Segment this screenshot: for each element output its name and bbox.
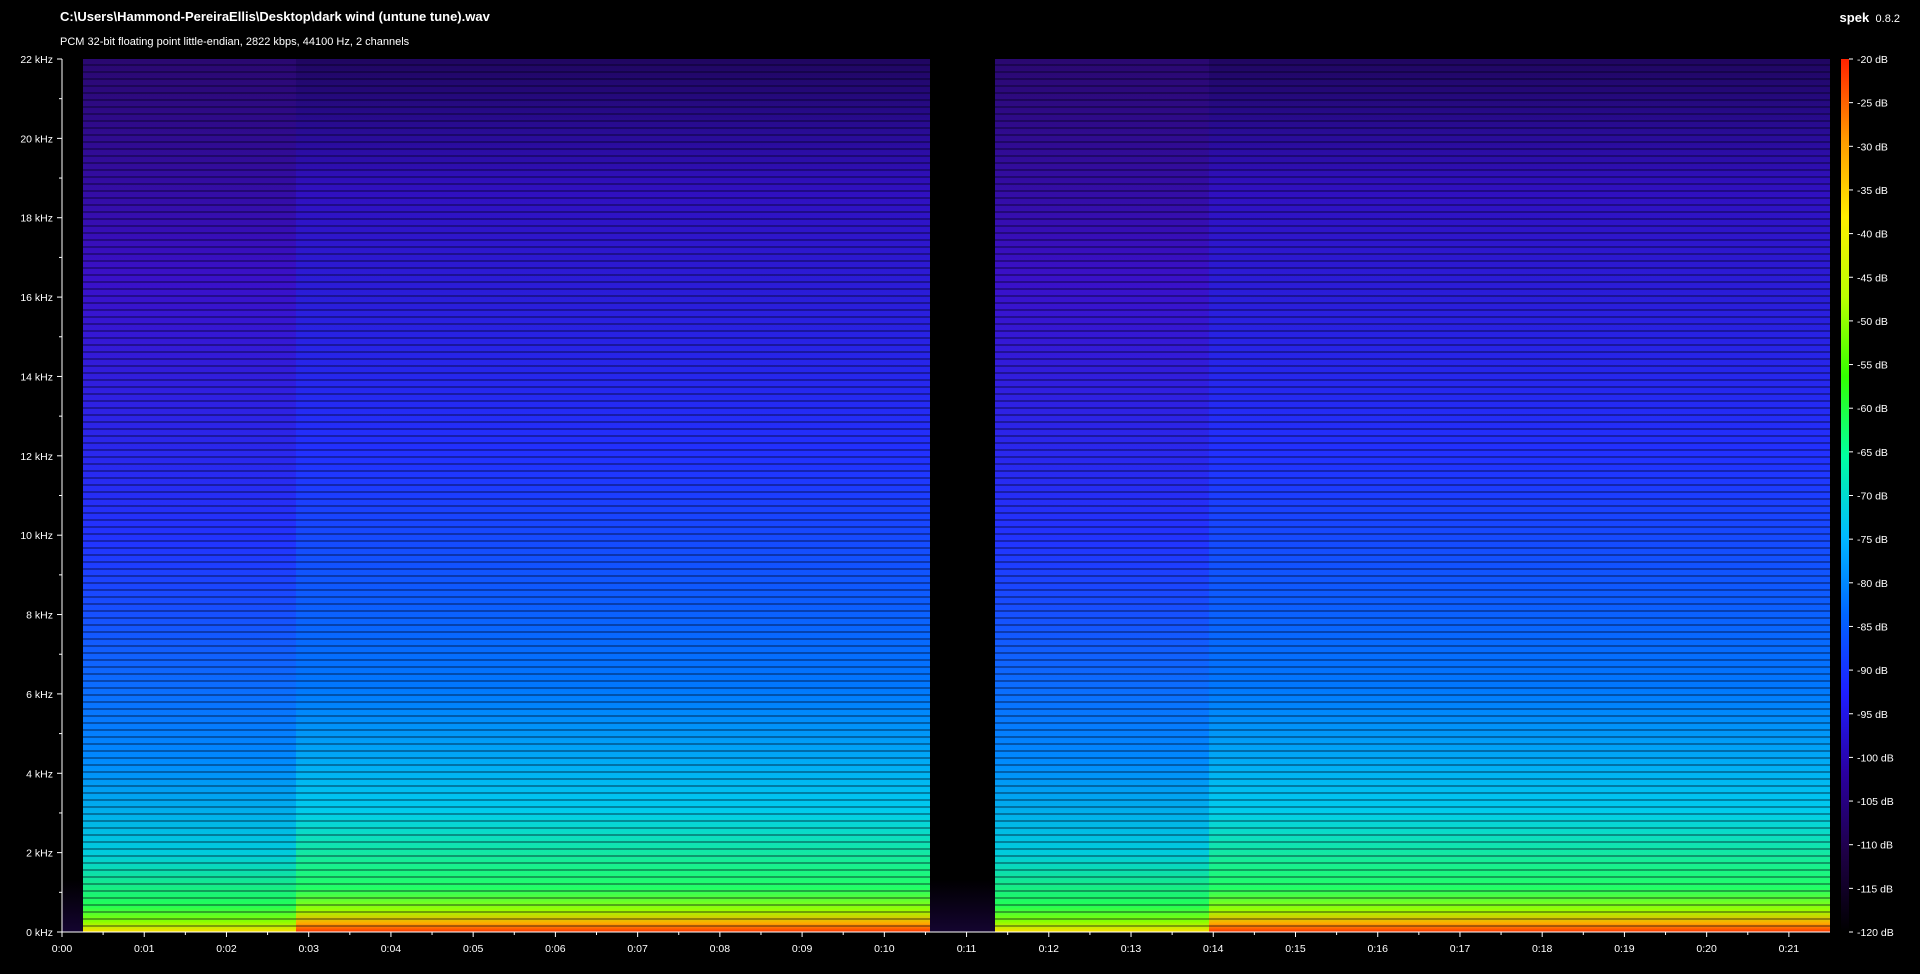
time-tick-label: 0:10 [874, 943, 895, 955]
time-tick-label: 0:17 [1450, 943, 1471, 955]
db-tick-label: -65 dB [1857, 447, 1888, 459]
frequency-tick-label: 20 kHz [20, 133, 53, 145]
time-tick-label: 0:09 [792, 943, 813, 955]
db-tick-label: -60 dB [1857, 403, 1888, 415]
time-tick-label: 0:03 [298, 943, 319, 955]
db-tick-label: -55 dB [1857, 360, 1888, 372]
time-tick-label: 0:07 [627, 943, 648, 955]
db-tick-label: -115 dB [1857, 883, 1893, 895]
frequency-tick-label: 14 kHz [20, 371, 53, 383]
frequency-tick-label: 2 kHz [26, 848, 53, 860]
time-tick-label: 0:16 [1368, 943, 1389, 955]
spek-window: C:\Users\Hammond-PereiraEllis\Desktop\da… [0, 0, 1920, 974]
time-tick-label: 0:19 [1614, 943, 1635, 955]
db-tick-label: -90 dB [1857, 665, 1888, 677]
time-tick-label: 0:08 [710, 943, 731, 955]
db-tick-label: -105 dB [1857, 796, 1894, 808]
db-tick-label: -75 dB [1857, 534, 1888, 546]
db-tick-label: -100 dB [1857, 752, 1894, 764]
time-tick-label: 0:15 [1285, 943, 1306, 955]
db-tick-label: -70 dB [1857, 491, 1888, 503]
time-tick-label: 0:20 [1696, 943, 1717, 955]
spectrogram-axes: 22 kHz 20 kHz 18 kHz 16 kHz 14 kHz 12 kHz 10 k… [20, 54, 1894, 955]
db-tick-label: -35 dB [1857, 185, 1888, 197]
time-tick-label: 0:12 [1039, 943, 1060, 955]
frequency-tick-label: 6 kHz [26, 689, 53, 701]
db-tick-label: -45 dB [1857, 272, 1888, 284]
frequency-tick-label: 16 kHz [20, 292, 53, 304]
time-tick-label: 0:13 [1121, 943, 1142, 955]
time-tick-label: 0:04 [381, 943, 402, 955]
db-tick-label: -95 dB [1857, 709, 1888, 721]
time-tick-label: 0:05 [463, 943, 484, 955]
frequency-tick-label: 22 kHz [20, 54, 53, 66]
db-tick-label: -110 dB [1857, 840, 1893, 852]
db-tick-label: -25 dB [1857, 98, 1888, 110]
frequency-tick-label: 4 kHz [26, 768, 53, 780]
db-tick-label: -40 dB [1857, 229, 1888, 241]
time-tick-label: 0:11 [957, 943, 977, 955]
time-tick-label: 0:01 [134, 943, 155, 955]
time-tick-label: 0:02 [216, 943, 237, 955]
db-tick-label: -30 dB [1857, 141, 1888, 153]
db-tick-label: -120 dB [1857, 927, 1894, 939]
db-tick-label: -20 dB [1857, 54, 1888, 66]
time-tick-label: 0:00 [52, 943, 73, 955]
time-tick-label: 0:06 [545, 943, 566, 955]
time-tick-label: 0:21 [1779, 943, 1800, 955]
frequency-tick-label: 10 kHz [20, 530, 53, 542]
db-tick-label: -80 dB [1857, 578, 1888, 590]
time-tick-label: 0:18 [1532, 943, 1553, 955]
db-tick-label: -85 dB [1857, 621, 1888, 633]
time-tick-label: 0:14 [1203, 943, 1224, 955]
db-tick-label: -50 dB [1857, 316, 1888, 328]
frequency-tick-label: 12 kHz [20, 451, 53, 463]
frequency-tick-label: 18 kHz [20, 213, 53, 225]
frequency-tick-label: 0 kHz [26, 927, 53, 939]
frequency-tick-label: 8 kHz [26, 610, 53, 622]
